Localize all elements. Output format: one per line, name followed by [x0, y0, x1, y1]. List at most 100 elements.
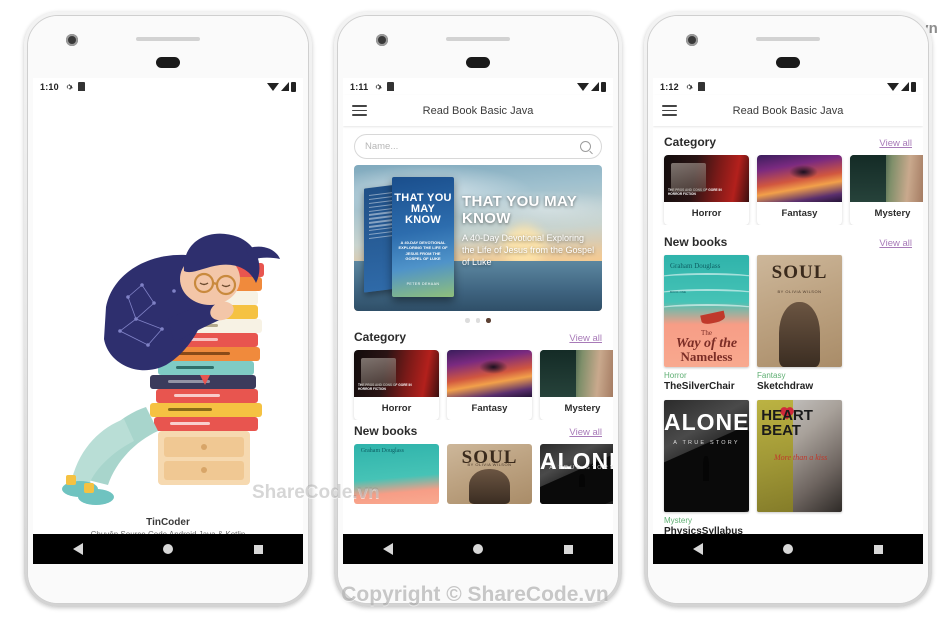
status-bar: 1:11 [343, 78, 613, 95]
battery-icon [911, 81, 916, 92]
android-navbar-1 [33, 534, 303, 564]
sensor-pill [466, 57, 490, 68]
sim-card-icon [77, 82, 85, 91]
banner-book-author: PETER DEHAAN [406, 281, 440, 286]
phone-1-body: 1:10 TinCoder [27, 15, 309, 604]
book-category-label: Mystery [664, 516, 692, 525]
earpiece-speaker [446, 37, 510, 41]
home-circle-icon[interactable] [473, 544, 484, 554]
sensor-pill [776, 57, 800, 68]
category-view-all-link[interactable]: View all [569, 333, 602, 344]
category-card-fantasy[interactable]: Fantasy [757, 155, 842, 225]
book-cover-subtitle: BY OLIVIA WILSON [467, 461, 512, 467]
phone-2-screen: 1:11 Read Book Basic Java Name... THAT Y… [343, 78, 613, 534]
carousel-dots[interactable] [354, 311, 602, 326]
search-area: Name... [343, 126, 613, 165]
book-thumb-soul[interactable]: SOUL BY OLIVIA WILSON [447, 443, 532, 504]
phone-1-top-bezel [28, 16, 308, 78]
banner-text-block: THAT YOU MAY KNOW A 40-Day Devotional Ex… [462, 193, 596, 268]
book-item-heartbeat[interactable]: HEART BEAT More than a kiss [757, 400, 842, 534]
recents-square-icon[interactable] [563, 544, 573, 554]
banner-book-front: THAT YOU MAY KNOW A 40-DAY DEVOTIONAL EX… [392, 177, 454, 297]
home-circle-icon[interactable] [163, 544, 174, 554]
status-right-icons [267, 81, 296, 92]
category-section-title: Category [354, 329, 407, 344]
category-label: Fantasy [781, 208, 818, 219]
book-cover-alone: ALONE A TRUE STORY [540, 443, 613, 504]
book-cover[interactable]: ALONE A TRUE STORY [664, 400, 749, 512]
search-placeholder: Name... [365, 141, 399, 152]
carousel-dot-2[interactable] [475, 318, 481, 323]
category-list[interactable]: THE PROS AND CONS OF GORE IN HORROR FICT… [653, 155, 923, 225]
battery-icon [291, 81, 296, 92]
category-image-fantasy [757, 155, 842, 202]
category-label: Fantasy [471, 402, 508, 414]
reading-illustration [50, 179, 286, 509]
book-item-physicssyllabus[interactable]: ALONE A TRUE STORY Mystery PhysicsSyllab… [664, 400, 749, 534]
category-card-horror[interactable]: THE PROS AND CONS OF GORE IN HORROR FICT… [664, 155, 749, 225]
book-thumb-alone[interactable]: ALONE A TRUE STORY [540, 443, 613, 504]
category-list[interactable]: THE PROS AND CONS OF GORE IN HORROR FICT… [343, 349, 613, 420]
book-cover-nameless: Graham Douglass BOOK ONE The Way of the … [664, 255, 749, 367]
carousel-dot-3-active[interactable] [486, 318, 491, 323]
book-cover[interactable]: SOUL BY OLIVIA WILSON [757, 255, 842, 367]
status-left-icons [685, 82, 705, 91]
category-card-mystery[interactable]: A 1937 BOOK STYLED SERIES THE AVRAM IN D… [540, 349, 613, 420]
recents-square-icon[interactable] [873, 544, 883, 554]
category-card-fantasy[interactable]: Fantasy [447, 349, 532, 420]
banner-subline: A 40-Day Devotional Exploring the Life o… [462, 233, 595, 267]
banner-headline: THAT YOU MAY KNOW [462, 193, 577, 227]
banner-book-subtitle: A 40-DAY DEVOTIONAL EXPLORING THE LIFE O… [398, 240, 448, 262]
book-cover-subtitle: BY OLIVIA WILSON [777, 288, 822, 294]
carousel-dot-1[interactable] [465, 318, 470, 323]
front-camera-icon [376, 34, 388, 46]
back-triangle-icon[interactable] [73, 543, 84, 555]
book-cover[interactable]: HEART BEAT More than a kiss [757, 400, 842, 512]
book-cover-title: HEART BEAT [761, 406, 813, 439]
book-item-thesilverchair[interactable]: Graham Douglass BOOK ONE The Way of the … [664, 255, 749, 392]
back-triangle-icon[interactable] [693, 543, 704, 555]
back-triangle-icon[interactable] [383, 543, 394, 555]
category-card-mystery[interactable]: A 1937 BOOK STYLED SERIES THE AVRAM IN D… [850, 155, 923, 225]
banner-carousel[interactable]: THAT YOU MAY KNOW A 40-DAY DEVOTIONAL EX… [343, 165, 613, 326]
category-section-header: Category View all [343, 326, 613, 350]
book-cover-title: SOUL [771, 261, 828, 283]
search-input[interactable]: Name... [354, 134, 602, 159]
app-name: TinCoder [146, 517, 190, 528]
category-label: Mystery [564, 402, 601, 414]
app-bar-title: Read Book Basic Java [422, 104, 534, 117]
book-item-sketchdraw[interactable]: SOUL BY OLIVIA WILSON Fantasy Sketchdraw [757, 255, 842, 392]
hamburger-menu-icon[interactable] [662, 104, 677, 117]
newbooks-peek-row[interactable]: Graham Douglass SOUL BY OLIVIA WILSON AL… [343, 443, 613, 504]
newbooks-view-all-link[interactable]: View all [879, 238, 912, 249]
cover-wave [664, 304, 749, 314]
recents-square-icon[interactable] [253, 544, 263, 554]
book-thumb-graham[interactable]: Graham Douglass [354, 443, 439, 504]
wifi-icon [887, 82, 899, 91]
status-left-icons [374, 82, 395, 91]
book-cover[interactable]: Graham Douglass BOOK ONE The Way of the … [664, 255, 749, 367]
phone-2-home: 1:11 Read Book Basic Java Name... THAT Y… [334, 12, 622, 607]
book-cover-title: The Way of the Nameless [664, 329, 749, 363]
newbooks-view-all-link[interactable]: View all [569, 427, 602, 438]
phone-1-screen: 1:10 TinCoder [33, 78, 303, 534]
signal-icon [591, 82, 599, 91]
category-view-all-link[interactable]: View all [879, 138, 912, 149]
battery-icon [601, 81, 606, 92]
banner-slide[interactable]: THAT YOU MAY KNOW A 40-DAY DEVOTIONAL EX… [354, 165, 602, 311]
status-left-icons [65, 82, 85, 91]
category-card-horror[interactable]: THE PROS AND CONS OF GORE IN HORROR FICT… [354, 349, 439, 420]
android-navbar-2 [343, 534, 613, 564]
book-category-label: Horror [664, 371, 687, 380]
sim-card-icon [697, 82, 705, 91]
book-cover-title: ALONE [664, 408, 749, 435]
book-cover-figure [579, 473, 586, 487]
hamburger-menu-icon[interactable] [352, 104, 367, 117]
search-icon[interactable] [580, 141, 591, 152]
book-cover-title: ALONE [540, 448, 613, 475]
newbooks-grid[interactable]: Graham Douglass BOOK ONE The Way of the … [653, 255, 923, 534]
android-navbar-3 [653, 534, 923, 564]
home-circle-icon[interactable] [783, 544, 794, 554]
phone-1-splash: 1:10 TinCoder [24, 12, 312, 607]
status-bar: 1:10 [33, 78, 303, 95]
